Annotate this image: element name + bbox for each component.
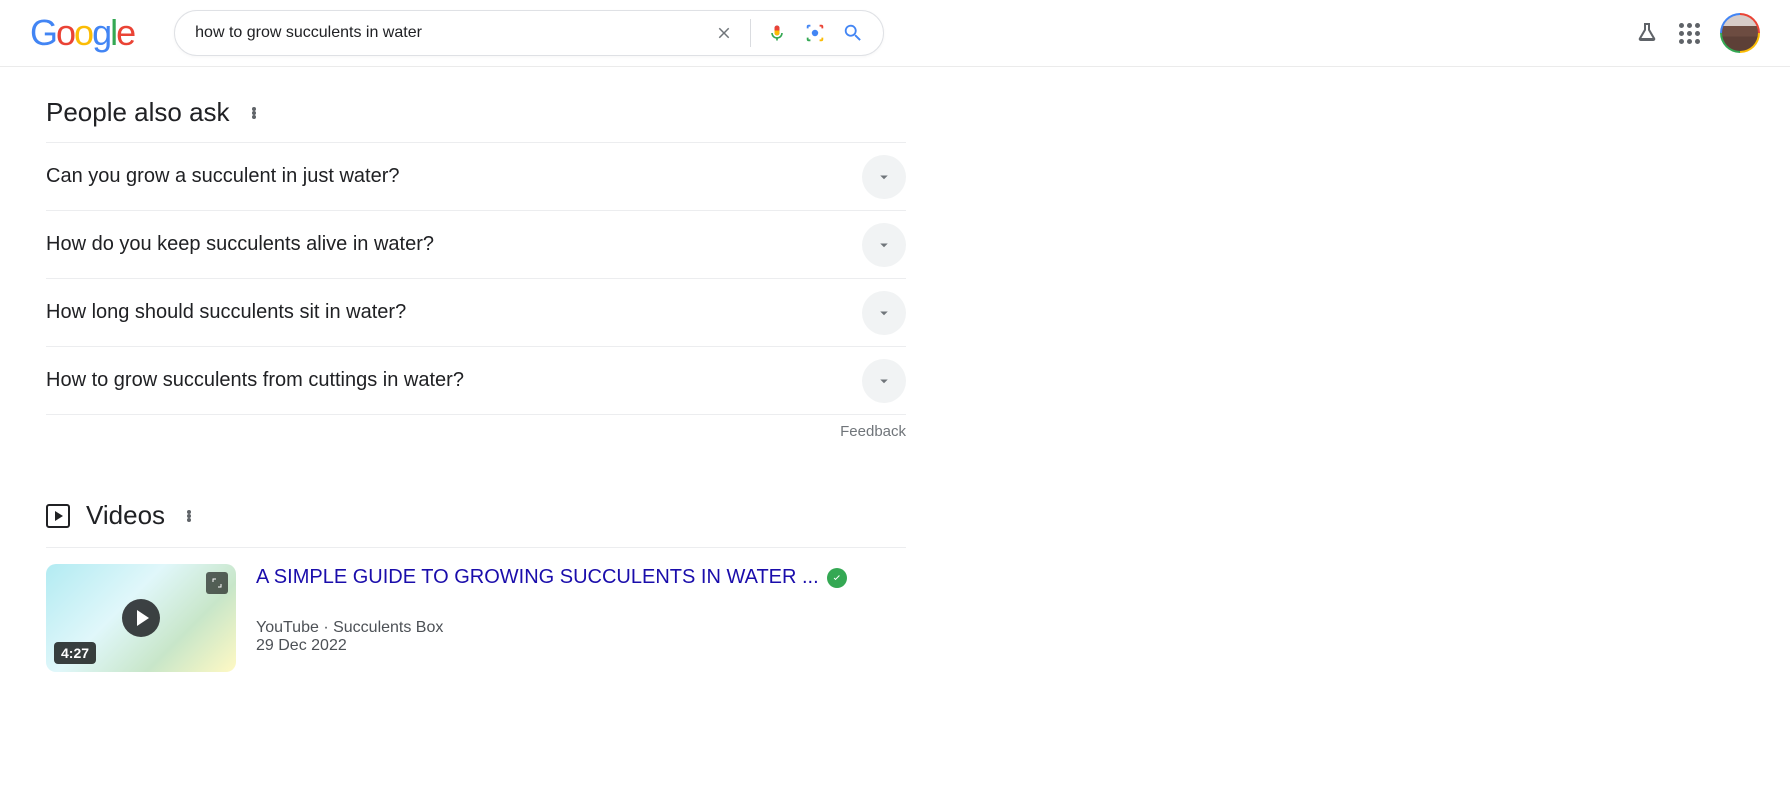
video-duration: 4:27: [54, 642, 96, 664]
chevron-down-icon[interactable]: [862, 223, 906, 267]
verified-check-icon: [827, 568, 847, 588]
lens-search-icon[interactable]: [803, 21, 827, 45]
video-title-row: A SIMPLE GUIDE TO GROWING SUCCULENTS IN …: [256, 566, 906, 589]
video-date: 29 Dec 2022: [256, 637, 906, 655]
paa-item[interactable]: How to grow succulents from cuttings in …: [46, 347, 906, 415]
paa-header: People also ask: [46, 97, 906, 128]
paa-question: How long should succulents sit in water?: [46, 301, 406, 324]
more-options-icon[interactable]: [246, 105, 262, 121]
videos-header: Videos: [46, 500, 906, 531]
paa-question: Can you grow a succulent in just water?: [46, 165, 400, 188]
paa-question: How to grow succulents from cuttings in …: [46, 369, 464, 392]
chevron-down-icon[interactable]: [862, 291, 906, 335]
google-logo[interactable]: Google: [30, 12, 134, 54]
paa-item[interactable]: How long should succulents sit in water?: [46, 279, 906, 347]
videos-section: Videos 4:27 A SIMPLE GUIDE TO GROWING SU…: [46, 500, 906, 672]
apps-icon[interactable]: [1679, 23, 1700, 44]
search-icon[interactable]: [841, 21, 865, 45]
labs-icon[interactable]: [1635, 21, 1659, 45]
more-options-icon[interactable]: [181, 508, 197, 524]
paa-item[interactable]: Can you grow a succulent in just water?: [46, 143, 906, 211]
header-right: [1635, 13, 1760, 53]
voice-search-icon[interactable]: [765, 21, 789, 45]
search-results: People also ask Can you grow a succulent…: [0, 67, 906, 672]
video-result[interactable]: 4:27 A SIMPLE GUIDE TO GROWING SUCCULENT…: [46, 547, 906, 672]
videos-play-icon: [46, 504, 70, 528]
video-thumbnail[interactable]: 4:27: [46, 564, 236, 672]
paa-title: People also ask: [46, 97, 230, 128]
paa-item[interactable]: How do you keep succulents alive in wate…: [46, 211, 906, 279]
paa-list: Can you grow a succulent in just water? …: [46, 142, 906, 415]
header: Google: [0, 0, 1790, 67]
clear-icon[interactable]: [712, 21, 736, 45]
expand-icon[interactable]: [206, 572, 228, 594]
videos-title: Videos: [86, 500, 165, 531]
chevron-down-icon[interactable]: [862, 155, 906, 199]
play-icon: [122, 599, 160, 637]
video-title[interactable]: A SIMPLE GUIDE TO GROWING SUCCULENTS IN …: [256, 566, 819, 589]
feedback-link[interactable]: Feedback: [46, 415, 906, 440]
search-input[interactable]: [195, 24, 712, 42]
paa-question: How do you keep succulents alive in wate…: [46, 233, 434, 256]
video-source: YouTube · Succulents Box: [256, 619, 906, 637]
chevron-down-icon[interactable]: [862, 359, 906, 403]
search-icons: [712, 19, 875, 47]
account-avatar[interactable]: [1720, 13, 1760, 53]
search-bar: [174, 10, 884, 56]
separator: [750, 19, 751, 47]
video-info: A SIMPLE GUIDE TO GROWING SUCCULENTS IN …: [256, 564, 906, 672]
